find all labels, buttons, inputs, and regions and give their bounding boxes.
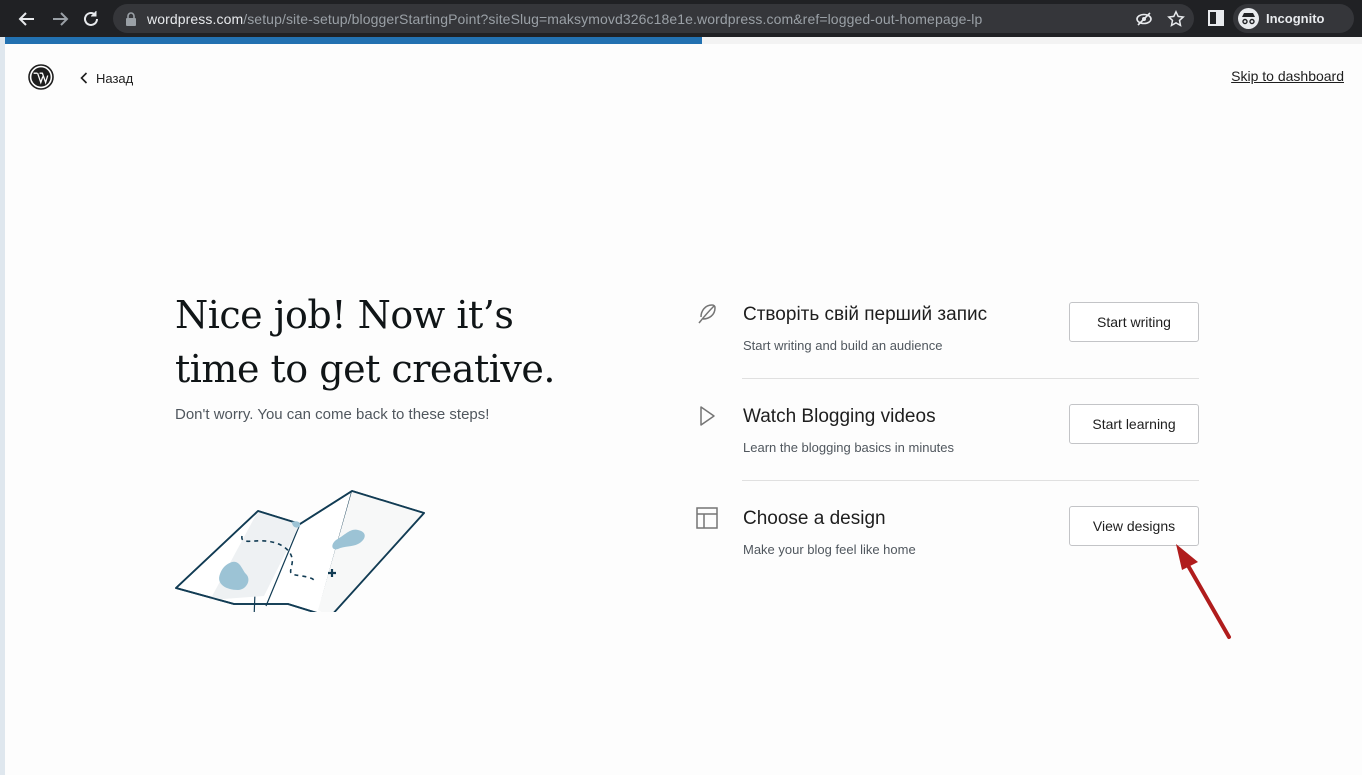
setup-progress-fill (5, 37, 703, 44)
task-title: Watch Blogging videos (743, 406, 936, 427)
browser-toolbar: wordpress.com/setup/site-setup/bloggerSt… (0, 0, 1362, 37)
task-title: Створіть свій перший запис (743, 304, 988, 325)
window-edge (0, 37, 5, 775)
incognito-icon (1238, 8, 1259, 29)
annotation-arrow-icon (1176, 544, 1231, 639)
chevron-left-icon (80, 72, 88, 84)
task-divider (742, 378, 1199, 379)
star-icon[interactable] (1167, 10, 1185, 28)
task-blogging-videos: Watch Blogging videos Learn the blogging… (695, 404, 1199, 506)
task-divider (742, 480, 1199, 481)
task-description: Make your blog feel like home (743, 542, 916, 557)
skip-to-dashboard-link[interactable]: Skip to dashboard (1231, 68, 1344, 84)
forward-arrow-icon[interactable] (47, 6, 73, 32)
page-subtitle: Don't worry. You can come back to these … (175, 406, 490, 423)
layout-icon (696, 507, 718, 529)
back-link-label: Назад (96, 70, 134, 86)
url-path: /setup/site-setup/bloggerStartingPoint?s… (243, 11, 983, 27)
start-writing-button[interactable]: Start writing (1069, 302, 1199, 342)
page-title-line-2: time to get creative. (175, 347, 555, 391)
address-bar[interactable]: wordpress.com/setup/site-setup/bloggerSt… (113, 4, 1194, 33)
task-choose-design: Choose a design Make your blog feel like… (695, 506, 1199, 608)
task-description: Learn the blogging basics in minutes (743, 440, 955, 455)
setup-progress-bar (5, 37, 1362, 44)
incognito-label: Incognito (1266, 11, 1325, 26)
url-text[interactable]: wordpress.com/setup/site-setup/bloggerSt… (147, 11, 982, 27)
wordpress-logo-icon[interactable] (28, 64, 54, 90)
side-panel-icon[interactable] (1207, 9, 1225, 27)
lock-icon[interactable] (122, 10, 140, 28)
page-title-line-1: Nice job! Now it’s (175, 293, 514, 337)
eye-off-icon[interactable] (1135, 10, 1153, 28)
feather-icon (698, 304, 716, 324)
task-title: Choose a design (743, 508, 886, 529)
task-first-post: Створіть свій перший запис Start writing… (695, 302, 1199, 404)
incognito-indicator[interactable]: Incognito (1233, 4, 1354, 33)
start-learning-button[interactable]: Start learning (1069, 404, 1199, 444)
page-title: Nice job! Now it’s time to get creative. (175, 288, 615, 396)
back-arrow-icon[interactable] (14, 6, 40, 32)
back-link[interactable]: Назад (80, 68, 133, 88)
map-illustration (175, 490, 425, 612)
task-description: Start writing and build an audience (743, 338, 943, 353)
reload-icon[interactable] (78, 6, 104, 32)
play-icon (700, 406, 715, 426)
